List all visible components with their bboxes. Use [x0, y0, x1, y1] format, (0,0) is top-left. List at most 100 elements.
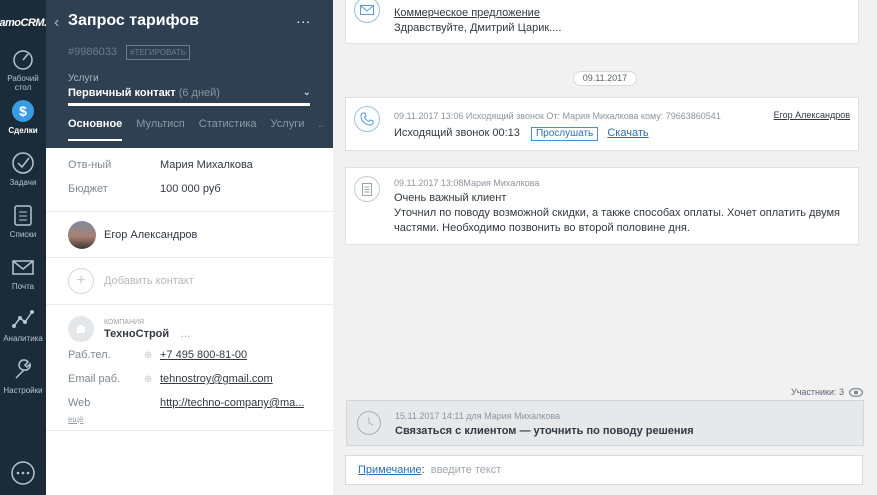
deals-icon: $: [12, 100, 34, 122]
chat-icon[interactable]: [9, 459, 37, 487]
plus-icon: +: [68, 268, 94, 294]
field-responsible[interactable]: Отв-ный Мария Михалкова: [46, 153, 333, 177]
note-composer: Примечание :: [345, 455, 863, 485]
listen-button[interactable]: Прослушать: [530, 127, 599, 141]
company-phone-row: Раб.тел. ⊕ +7 495 800-81-00: [46, 343, 333, 367]
field-label: Отв-ный: [68, 159, 112, 171]
email-subject-link[interactable]: Коммерческое предложение: [394, 6, 850, 21]
stage-progress-bar: [68, 103, 310, 106]
activity-feed: Коммерческое предложение Здравствуйте, Д…: [333, 0, 877, 495]
nav-item-tasks[interactable]: Задачи: [0, 150, 46, 202]
tab-main[interactable]: Основное: [68, 118, 123, 141]
company-block: КОМПАНИЯ ТехноСтрой ... Раб.тел. ⊕ +7 49…: [46, 305, 333, 431]
phone-link[interactable]: +7 495 800-81-00: [160, 349, 247, 361]
tabs-more-button[interactable]: ...: [318, 118, 323, 141]
pipeline-label: Услуги: [68, 73, 99, 84]
task-item[interactable]: 15.11.2017 14:11 для Мария Михалкова Свя…: [346, 400, 864, 446]
nav-item-analytics[interactable]: Аналитика: [0, 306, 46, 358]
nav-label-mail: Почта: [11, 282, 35, 291]
avatar: [68, 220, 96, 249]
field-label: Раб.тел.: [68, 349, 111, 361]
stage-days: (6 дней): [178, 87, 220, 99]
nav-item-settings[interactable]: Настройки: [0, 358, 46, 410]
nav-label-analytics: Аналитика: [3, 334, 43, 343]
nav-item-deals[interactable]: $ Сделки: [0, 98, 46, 150]
company-name[interactable]: ТехноСтрой: [104, 328, 169, 340]
field-value[interactable]: 100 000 руб: [160, 183, 221, 195]
tab-statistics[interactable]: Статистика: [199, 118, 257, 141]
tag-button[interactable]: #ТЕГИРОВАТЬ: [126, 45, 191, 60]
dashboard-icon: [13, 50, 33, 70]
lead-more-menu[interactable]: ...: [296, 10, 311, 26]
date-separator: 09.11.2017: [573, 71, 637, 86]
email-link[interactable]: tehnostroy@gmail.com: [160, 373, 273, 385]
analytics-icon: [12, 310, 34, 328]
note-meta: 09.11.2017 13:08Мария Михалкова: [394, 178, 540, 188]
note-input[interactable]: [430, 464, 811, 476]
email-note[interactable]: Коммерческое предложение Здравствуйте, Д…: [345, 0, 859, 44]
nav-item-lists[interactable]: Списки: [0, 202, 46, 254]
nav-label-tasks: Задачи: [9, 178, 37, 187]
field-label: Web: [68, 397, 91, 409]
add-contact-button[interactable]: + Добавить контакт: [46, 258, 333, 305]
plus-icon[interactable]: ⊕: [144, 374, 160, 385]
task-meta: 15.11.2017 14:11 для Мария Михалкова: [395, 411, 561, 421]
svg-text:$: $: [19, 103, 27, 119]
participants-counter[interactable]: Участники: 3: [791, 387, 863, 397]
lead-id: #9986033: [68, 46, 117, 58]
plus-icon[interactable]: ⊕: [144, 350, 160, 361]
note-type-colon: :: [421, 464, 425, 476]
note-title: Очень важный клиент: [394, 192, 507, 204]
field-label: Email раб.: [68, 373, 121, 385]
add-contact-label: Добавить контакт: [104, 275, 194, 287]
eye-icon: [849, 387, 863, 397]
settings-icon: [15, 359, 31, 379]
company-header[interactable]: КОМПАНИЯ ТехноСтрой ...: [46, 315, 333, 343]
lead-card-header: ‹ Запрос тарифов ... #9986033 #ТЕГИРОВАТ…: [46, 0, 333, 148]
clock-icon: [357, 411, 381, 435]
field-value[interactable]: Мария Михалкова: [160, 159, 253, 171]
participants-label: Участники: 3: [790, 387, 844, 397]
show-more-link[interactable]: ещё: [46, 415, 333, 424]
company-more-menu[interactable]: ...: [181, 326, 191, 340]
tab-multisp[interactable]: Мультисп: [136, 118, 184, 141]
app-logo[interactable]: amoCRM.: [0, 0, 46, 46]
call-author-link[interactable]: Егор Александров: [774, 110, 850, 120]
stage-name: Первичный контакт: [68, 87, 176, 99]
stage-select[interactable]: Первичный контакт (6 дней): [68, 87, 220, 99]
company-icon: [68, 316, 94, 342]
task-title[interactable]: Связаться с клиентом — уточнить по повод…: [395, 425, 694, 437]
lists-icon: [14, 205, 32, 226]
download-link[interactable]: Скачать: [607, 127, 648, 139]
contact-item[interactable]: Егор Александров: [46, 212, 333, 258]
document-icon: [354, 176, 380, 202]
web-link[interactable]: http://techno-company@ma...: [160, 397, 304, 409]
chevron-down-icon[interactable]: ⌄: [303, 87, 311, 98]
company-type: КОМПАНИЯ: [104, 318, 145, 326]
back-chevron-icon[interactable]: ‹: [54, 14, 59, 32]
tasks-icon: [12, 152, 34, 174]
phone-icon: [354, 106, 380, 132]
note-type-select[interactable]: Примечание: [358, 464, 422, 476]
field-budget[interactable]: Бюджет 100 000 руб: [46, 177, 333, 201]
main-navigation: amoCRM. Рабочий стол $ Сделки Задачи Спи…: [0, 0, 46, 495]
email-preview: Здравствуйте, Дмитрий Царик....: [394, 22, 562, 34]
stage-progress-fill: [68, 103, 310, 106]
nav-item-dashboard[interactable]: Рабочий стол: [0, 46, 46, 98]
lead-fields: Отв-ный Мария Михалкова Бюджет 100 000 р…: [46, 148, 333, 212]
contact-name[interactable]: Егор Александров: [104, 229, 197, 241]
nav-label-settings: Настройки: [3, 386, 43, 395]
call-note[interactable]: 09.11.2017 13:06 Исходящий звонок От: Ма…: [345, 97, 859, 151]
card-tabs: Основное Мультисп Статистика Услуги ...: [68, 118, 323, 141]
lead-card: ‹ Запрос тарифов ... #9986033 #ТЕГИРОВАТ…: [46, 0, 333, 495]
call-text: Исходящий звонок 00:13: [394, 127, 520, 139]
lead-title[interactable]: Запрос тарифов: [68, 12, 199, 30]
company-email-row: Email раб. ⊕ tehnostroy@gmail.com: [46, 367, 333, 391]
tab-services[interactable]: Услуги: [271, 118, 305, 141]
nav-label-dashboard: Рабочий стол: [7, 74, 39, 92]
nav-label-lists: Списки: [9, 230, 37, 239]
text-note[interactable]: 09.11.2017 13:08Мария Михалкова Очень ва…: [345, 167, 859, 245]
mail-icon: [12, 260, 34, 275]
nav-item-mail[interactable]: Почта: [0, 254, 46, 306]
nav-label-deals: Сделки: [8, 126, 38, 135]
